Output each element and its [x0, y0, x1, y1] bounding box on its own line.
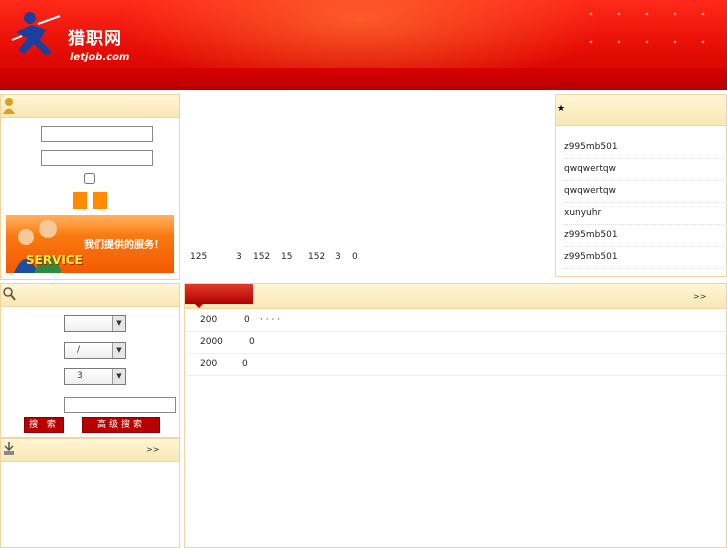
stat-value: 15: [281, 252, 293, 262]
register-button[interactable]: [93, 192, 107, 209]
search-button[interactable]: 搜 索: [24, 417, 64, 433]
chevron-down-icon: ▼: [112, 316, 125, 331]
chevron-down-icon: ▼: [112, 369, 125, 384]
site-logo[interactable]: 猎职网 letjob.com: [8, 10, 133, 63]
chevron-down-icon: ▼: [112, 343, 125, 358]
advanced-search-button[interactable]: 高级搜索: [82, 417, 160, 433]
news-tab-active[interactable]: [185, 284, 253, 304]
news-panel-header: >>: [185, 284, 726, 309]
runner-logo-icon: [11, 12, 61, 56]
download-panel: >>: [0, 438, 180, 548]
stat-value: 152: [253, 252, 271, 262]
news-row[interactable]: 2000 0: [186, 331, 726, 354]
star-icon: ★: [557, 104, 566, 114]
hot-item[interactable]: z995mb501: [564, 136, 724, 159]
hot-item[interactable]: qwqwertqw: [564, 158, 724, 181]
news-cell: 0: [244, 315, 250, 325]
download-icon: [4, 442, 14, 455]
search-icon: [3, 287, 16, 301]
news-cell: 200: [200, 315, 218, 325]
category-select[interactable]: ▼: [64, 315, 126, 332]
news-panel: >> 200 0 · · · · 2000 0 200 0: [184, 283, 727, 548]
search-panel-header: [1, 284, 179, 307]
hot-panel-header: ★: [556, 95, 726, 126]
banner-slogan: 我们提供的服务！: [84, 240, 164, 251]
news-row[interactable]: 200 0 · · · ·: [186, 309, 726, 332]
login-button[interactable]: [73, 192, 87, 209]
news-row[interactable]: 200 0: [186, 353, 726, 376]
hot-item[interactable]: z995mb501: [564, 246, 724, 269]
logo-domain: letjob.com: [70, 52, 130, 63]
date-select-value: 3: [77, 371, 83, 381]
service-banner[interactable]: 我们提供的服务！ SERVICE: [6, 215, 174, 273]
keyword-input[interactable]: [64, 397, 176, 413]
location-select-value: /: [77, 345, 81, 355]
header-nav-bar: [0, 68, 727, 90]
logo-title: 猎职网: [68, 29, 122, 49]
login-panel-header: [1, 95, 179, 118]
user-icon: [3, 98, 15, 114]
news-cell: 200: [200, 359, 218, 369]
stat-value: 0: [352, 252, 358, 262]
hot-item[interactable]: qwqwertqw: [564, 180, 724, 203]
news-cell: · · · ·: [260, 315, 281, 325]
stat-value: 125: [190, 252, 208, 262]
hot-item[interactable]: z995mb501: [564, 224, 724, 247]
download-panel-header: >>: [1, 439, 179, 462]
news-more-link[interactable]: >>: [693, 292, 706, 301]
news-cell: 0: [249, 337, 255, 347]
password-input[interactable]: [41, 150, 153, 166]
site-header: 猎职网 letjob.com: [0, 0, 727, 90]
location-select[interactable]: / ▼: [64, 342, 126, 359]
download-more-link[interactable]: >>: [146, 445, 159, 454]
stat-value: 152: [308, 252, 326, 262]
news-cell: 0: [242, 359, 248, 369]
hot-item[interactable]: xunyuhr: [564, 202, 724, 225]
stat-value: 3: [236, 252, 242, 262]
search-panel: ▼ / ▼ 3 ▼ 搜 索 高级搜索: [0, 283, 180, 438]
banner-service-label: SERVICE: [26, 253, 83, 267]
username-input[interactable]: [41, 126, 153, 142]
login-panel: 我们提供的服务！ SERVICE: [0, 94, 180, 280]
news-tab-pointer: [195, 304, 203, 308]
news-cell: 2000: [200, 337, 223, 347]
header-dots-decoration: [577, 0, 727, 70]
stat-value: 3: [335, 252, 341, 262]
remember-checkbox[interactable]: [84, 173, 95, 184]
hot-panel: ★ z995mb501 qwqwertqw qwqwertqw xunyuhr …: [555, 94, 727, 277]
date-select[interactable]: 3 ▼: [64, 368, 126, 385]
